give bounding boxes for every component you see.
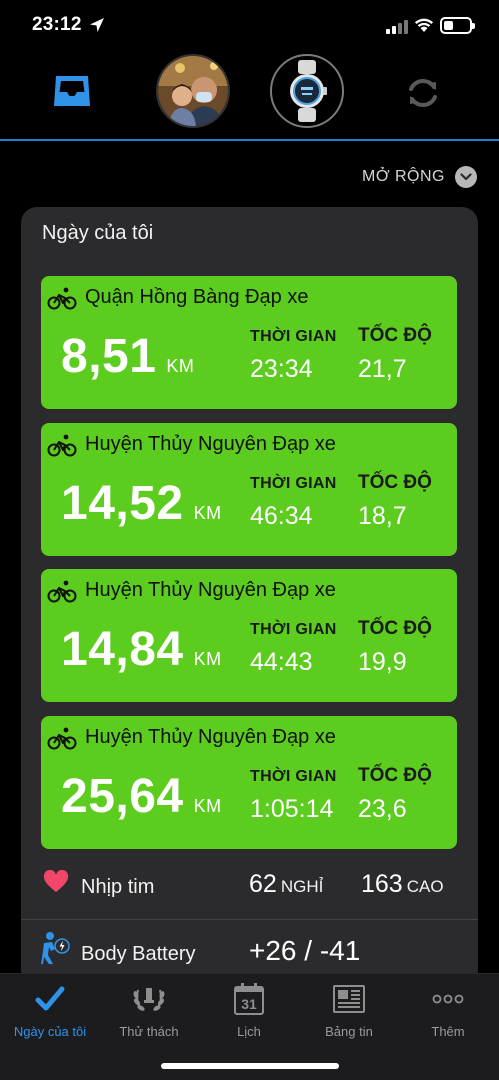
tab-more[interactable]: Thêm [398,982,498,1042]
bicycle-icon [47,287,77,310]
activity-card[interactable]: Huyện Thủy Nguyên Đạp xe 25,64 KM THỜI GI… [41,716,457,849]
activity-title: Huyện Thủy Nguyên Đạp xe [85,726,336,748]
activity-card[interactable]: Huyện Thủy Nguyên Đạp xe 14,84 KM THỜI GI… [41,569,457,702]
time-label: THỜI GIAN [250,621,337,638]
activity-title: Quận Hồng Bàng Đạp xe [85,286,309,308]
activity-distance: 14,52 KM [61,477,222,530]
time-value: 46:34 [250,502,313,530]
speed-value: 23,6 [358,795,407,823]
body-battery-value: +26 / -41 [249,935,361,966]
calendar-icon: 31 [234,983,264,1015]
status-time: 23:12 [32,14,82,35]
tab-newsfeed[interactable]: Bảng tin [299,982,399,1042]
speed-label: TỐC ĐỘ [358,472,432,493]
expand-label: MỞ RỘNG [362,168,445,185]
activity-card[interactable]: Huyện Thủy Nguyên Đạp xe 14,52 KM THỜI GI… [41,423,457,556]
cellular-signal-icon [386,20,408,34]
tab-label: Bảng tin [325,1024,373,1039]
watch-device-icon[interactable] [270,54,344,128]
resting-heart-rate: 62 NGHỈ [249,870,324,898]
time-label: THỜI GIAN [250,328,337,345]
top-nav [0,52,499,140]
tab-label: Lịch [237,1024,261,1039]
time-label: THỜI GIAN [250,768,337,785]
inbox-icon[interactable] [52,72,92,108]
activity-title: Huyện Thủy Nguyên Đạp xe [85,433,336,455]
tab-label: Thử thách [119,1024,179,1039]
bicycle-icon [47,727,77,750]
tab-my-day[interactable]: Ngày của tôi [0,982,100,1042]
heart-icon [43,870,69,892]
activity-distance: 25,64 KM [61,770,222,823]
speed-label: TỐC ĐỘ [358,325,432,346]
battery-icon [440,17,475,34]
heart-rate-row[interactable]: Nhịp tim 62 NGHỈ 163 CAO [21,862,478,906]
speed-value: 19,9 [358,648,407,676]
location-arrow-icon [90,18,104,32]
activity-title: Huyện Thủy Nguyên Đạp xe [85,579,336,601]
heart-rate-label: Nhịp tim [81,876,155,898]
tab-label: Thêm [431,1024,465,1039]
speed-label: TỐC ĐỘ [358,765,432,786]
speed-value: 18,7 [358,502,407,530]
divider [21,919,478,920]
body-battery-icon [41,932,70,964]
speed-label: TỐC ĐỘ [358,618,432,639]
activity-distance: 14,84 KM [61,623,222,676]
time-label: THỜI GIAN [250,475,337,492]
nav-divider [0,139,499,141]
newsfeed-icon [333,985,365,1013]
tab-label: Ngày của tôi [13,1024,87,1039]
tab-calendar[interactable]: 31 Lịch [199,982,299,1042]
tab-challenges[interactable]: Thử thách [99,982,199,1042]
time-value: 23:34 [250,355,313,383]
bicycle-icon [47,580,77,603]
activity-distance: 8,51 KM [61,330,195,383]
body-battery-label: Body Battery [81,943,196,965]
speed-value: 21,7 [358,355,407,383]
my-day-card: Ngày của tôi Quận Hồng Bàng Đạp xe 8,51 K… [21,207,478,1007]
activity-card[interactable]: Quận Hồng Bàng Đạp xe 8,51 KM THỜI GIAN T… [41,276,457,409]
chevron-down-icon [455,166,477,188]
status-bar: 23:12 [0,0,499,52]
my-day-title: Ngày của tôi [42,222,154,244]
expand-toggle[interactable]: MỞ RỘNG [362,164,477,190]
svg-text:31: 31 [241,996,257,1012]
wifi-icon [415,18,433,32]
sync-icon[interactable] [403,73,443,113]
laurel-icon [133,988,165,1011]
more-icon [432,994,464,1004]
check-icon [35,986,65,1011]
avatar[interactable] [156,54,230,128]
home-indicator [161,1063,339,1069]
high-heart-rate: 163 CAO [361,870,444,898]
time-value: 1:05:14 [250,795,334,823]
bicycle-icon [47,434,77,457]
time-value: 44:43 [250,648,313,676]
body-battery-row[interactable]: Body Battery +26 / -41 [21,929,478,977]
